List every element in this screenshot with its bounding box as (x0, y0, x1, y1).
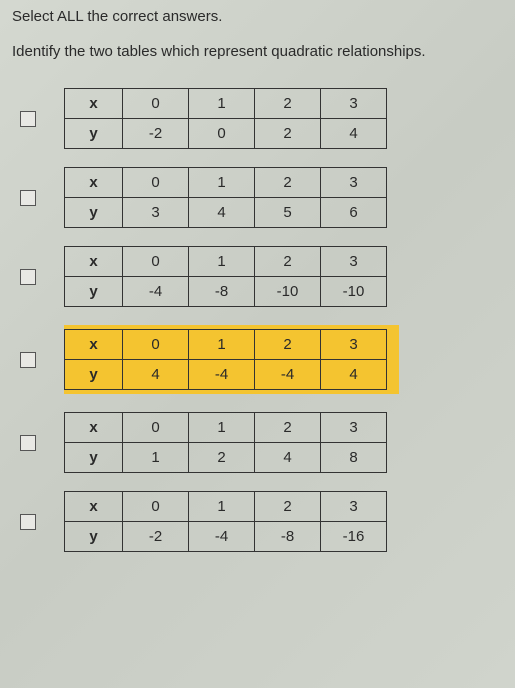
cell: 4 (255, 443, 321, 473)
cell: 2 (255, 413, 321, 443)
cell: -2 (123, 522, 189, 552)
cell: 1 (189, 330, 255, 360)
checkbox-4[interactable] (20, 352, 36, 368)
choice-3: x 0 1 2 3 y -4 -8 -10 -10 (20, 246, 503, 307)
cell: 2 (255, 330, 321, 360)
row-label-y: y (65, 360, 123, 390)
checkbox-2[interactable] (20, 190, 36, 206)
row-label-y: y (65, 277, 123, 307)
cell: 0 (189, 119, 255, 149)
cell: -16 (321, 522, 387, 552)
checkbox-5[interactable] (20, 435, 36, 451)
cell: 0 (123, 330, 189, 360)
cell: -4 (189, 360, 255, 390)
cell: 2 (189, 443, 255, 473)
choice-4: x 0 1 2 3 y 4 -4 -4 4 (20, 325, 503, 394)
cell: -4 (123, 277, 189, 307)
cell: 1 (123, 443, 189, 473)
row-label-y: y (65, 198, 123, 228)
cell: 3 (321, 247, 387, 277)
cell: -8 (189, 277, 255, 307)
cell: -4 (255, 360, 321, 390)
prompt-text: Identify the two tables which represent … (12, 43, 503, 60)
row-label-x: x (65, 168, 123, 198)
table-3: x 0 1 2 3 y -4 -8 -10 -10 (64, 246, 387, 307)
checkbox-1[interactable] (20, 111, 36, 127)
cell: -10 (255, 277, 321, 307)
row-label-x: x (65, 89, 123, 119)
cell: 2 (255, 168, 321, 198)
cell: 3 (321, 168, 387, 198)
row-label-x: x (65, 330, 123, 360)
checkbox-3[interactable] (20, 269, 36, 285)
cell: 2 (255, 492, 321, 522)
table-5: x 0 1 2 3 y 1 2 4 8 (64, 412, 387, 473)
row-label-y: y (65, 119, 123, 149)
row-label-y: y (65, 522, 123, 552)
checkbox-6[interactable] (20, 514, 36, 530)
cell: 3 (321, 330, 387, 360)
table-1: x 0 1 2 3 y -2 0 2 4 (64, 88, 387, 149)
instruction-text: Select ALL the correct answers. (12, 8, 503, 25)
cell: 0 (123, 492, 189, 522)
highlight-wrap: x 0 1 2 3 y 4 -4 -4 4 (64, 325, 399, 394)
cell: 0 (123, 413, 189, 443)
choice-6: x 0 1 2 3 y -2 -4 -8 -16 (20, 491, 503, 552)
cell: 2 (255, 247, 321, 277)
cell: 4 (189, 198, 255, 228)
cell: 3 (123, 198, 189, 228)
choice-1: x 0 1 2 3 y -2 0 2 4 (20, 88, 503, 149)
table-4: x 0 1 2 3 y 4 -4 -4 4 (64, 329, 387, 390)
cell: 8 (321, 443, 387, 473)
row-label-y: y (65, 443, 123, 473)
cell: 1 (189, 492, 255, 522)
cell: 3 (321, 89, 387, 119)
cell: -10 (321, 277, 387, 307)
choice-2: x 0 1 2 3 y 3 4 5 6 (20, 167, 503, 228)
cell: 1 (189, 168, 255, 198)
table-6: x 0 1 2 3 y -2 -4 -8 -16 (64, 491, 387, 552)
cell: 4 (321, 119, 387, 149)
cell: 1 (189, 89, 255, 119)
row-label-x: x (65, 492, 123, 522)
choices-container: x 0 1 2 3 y -2 0 2 4 x 0 1 2 3 (12, 88, 503, 552)
cell: -2 (123, 119, 189, 149)
cell: 2 (255, 119, 321, 149)
cell: 5 (255, 198, 321, 228)
cell: 3 (321, 492, 387, 522)
cell: 6 (321, 198, 387, 228)
cell: 2 (255, 89, 321, 119)
cell: 0 (123, 247, 189, 277)
table-2: x 0 1 2 3 y 3 4 5 6 (64, 167, 387, 228)
cell: 1 (189, 247, 255, 277)
choice-5: x 0 1 2 3 y 1 2 4 8 (20, 412, 503, 473)
cell: 3 (321, 413, 387, 443)
cell: 0 (123, 168, 189, 198)
cell: 4 (123, 360, 189, 390)
cell: 4 (321, 360, 387, 390)
row-label-x: x (65, 413, 123, 443)
cell: 1 (189, 413, 255, 443)
cell: 0 (123, 89, 189, 119)
row-label-x: x (65, 247, 123, 277)
cell: -4 (189, 522, 255, 552)
cell: -8 (255, 522, 321, 552)
